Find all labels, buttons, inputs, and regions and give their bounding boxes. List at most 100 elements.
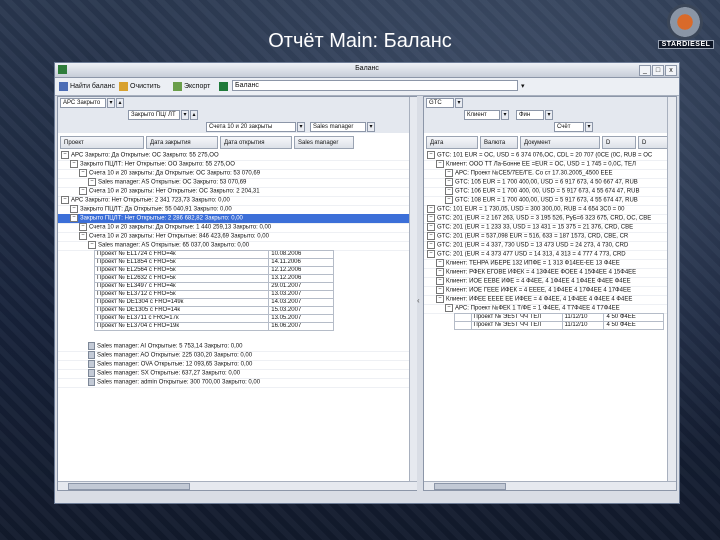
filter-accounts-arrow[interactable]: ▾ bbox=[297, 122, 305, 132]
expand-toggle-icon[interactable]: – bbox=[79, 232, 87, 240]
tree-row-label: Клиент: РФЕК ЕГОВЕ ИФЕК = 4 13Ф4ЕЕ ФОЕЕ … bbox=[446, 269, 637, 276]
filter-account[interactable]: Счёт bbox=[554, 122, 584, 132]
right-detail-table: Проект № ЭЕ5Т ЧЧ ТЕЛ 11/12/10 4 50 Ф4ЕЕ Про… bbox=[454, 313, 664, 330]
filter-pclt-closed[interactable]: Закрыто ПЦ/ ЛТ bbox=[128, 110, 180, 120]
filter-client[interactable]: Клиент bbox=[464, 110, 500, 120]
table-row[interactable]: Проект № EL1724 с FRO=4к 10.08.2006 bbox=[93, 250, 334, 259]
column-d1[interactable]: D bbox=[602, 136, 636, 149]
filter-account-arrow[interactable]: ▾ bbox=[585, 122, 593, 132]
table-row[interactable]: Проект № ЭЕ5Т ЧЧ ТЕЛ 11/12/10 4 50 Ф4ЕЕ bbox=[454, 313, 664, 322]
expand-toggle-icon[interactable]: – bbox=[79, 223, 87, 231]
export-button[interactable]: Экспорт bbox=[173, 80, 210, 92]
project-cell: Проект № EL3712 с FRO=5к bbox=[93, 290, 270, 299]
table-row[interactable]: Проект № EL3704 с FRO=19к 16.06.2007 bbox=[93, 322, 334, 331]
expand-toggle-icon[interactable]: – bbox=[445, 304, 453, 312]
find-balance-label: Найти баланс bbox=[70, 82, 116, 90]
column-date[interactable]: Дата bbox=[426, 136, 478, 149]
filter-gtc[interactable]: GTC bbox=[426, 98, 454, 108]
find-balance-button[interactable]: Найти баланс bbox=[59, 80, 115, 92]
leaf-node-icon bbox=[88, 378, 95, 386]
tree-row-label: Счета 10 и 20 закрыты: Нет Открытые: ОС … bbox=[89, 188, 260, 195]
expand-toggle-icon[interactable]: – bbox=[427, 205, 435, 213]
column-close-date[interactable]: Дата закрытия bbox=[146, 136, 218, 149]
expand-toggle-icon[interactable]: – bbox=[427, 232, 435, 240]
expand-toggle-icon[interactable]: – bbox=[427, 151, 435, 159]
filter-fin-arrow[interactable]: ▾ bbox=[545, 110, 553, 120]
filter-accounts-closed[interactable]: Счета 10 и 20 закрыты bbox=[206, 122, 296, 132]
project-cell: Проект № EL2632 с FRO=5к bbox=[93, 274, 270, 283]
left-scroll-thumb[interactable] bbox=[68, 483, 190, 490]
tree-row-label: Sales manager: AO Открытые: 225 030,20 З… bbox=[97, 352, 253, 359]
filter-arc-closed-sort[interactable]: ▴ bbox=[116, 98, 124, 108]
table-row[interactable]: Проект № DE1305 с FRO=14к 15.03.2007 bbox=[93, 306, 334, 315]
column-project[interactable]: Проект bbox=[60, 136, 144, 149]
filter-client-arrow[interactable]: ▾ bbox=[501, 110, 509, 120]
toolbar: Найти баланс Очистить Экспорт Баланс ▾ bbox=[55, 78, 679, 96]
balance-field[interactable]: Баланс bbox=[232, 80, 518, 91]
excel-button[interactable] bbox=[219, 80, 228, 92]
filter-pclt-sort[interactable]: ▴ bbox=[190, 110, 198, 120]
table-row[interactable]: Проект № EL3497 с FRO=4к 29.01.2007 bbox=[93, 282, 334, 291]
expand-toggle-icon[interactable]: – bbox=[88, 178, 96, 186]
table-row[interactable]: Проект № EL2632 с FRO=5к 13.12.2006 bbox=[93, 274, 334, 283]
filter-arc-closed[interactable]: АРС Закрыто bbox=[60, 98, 106, 108]
dropdown-button[interactable]: ▾ bbox=[521, 80, 525, 92]
expand-toggle-icon[interactable]: – bbox=[61, 151, 69, 159]
expand-toggle-icon[interactable]: – bbox=[436, 268, 444, 276]
tree-row-label: Sales manager: AS Открытые: 65 037,00 За… bbox=[98, 242, 250, 249]
expand-toggle-icon[interactable]: – bbox=[88, 241, 96, 249]
expand-toggle-icon[interactable]: – bbox=[427, 250, 435, 258]
close-button[interactable]: x bbox=[665, 65, 677, 76]
window-titlebar[interactable]: Баланс _ □ x bbox=[55, 63, 679, 78]
expand-toggle-icon[interactable]: – bbox=[61, 196, 69, 204]
right-scroll-thumb[interactable] bbox=[434, 483, 506, 490]
clear-button[interactable]: Очистить bbox=[119, 80, 160, 92]
expand-toggle-icon[interactable]: – bbox=[70, 214, 78, 222]
table-row[interactable]: Проект № EL1854 с FRO=5к 14.11.2006 bbox=[93, 258, 334, 267]
column-document[interactable]: Документ bbox=[520, 136, 600, 149]
tree-row[interactable]: Sales manager: admin Открытые: 300 700,0… bbox=[58, 378, 410, 388]
right-horizontal-scrollbar[interactable] bbox=[424, 481, 676, 490]
column-open-date[interactable]: Дата открытия bbox=[220, 136, 292, 149]
left-horizontal-scrollbar[interactable] bbox=[58, 481, 418, 490]
expand-toggle-icon[interactable]: – bbox=[436, 286, 444, 294]
minimize-button[interactable]: _ bbox=[639, 65, 651, 76]
expand-toggle-icon[interactable]: – bbox=[436, 277, 444, 285]
expand-toggle-icon[interactable]: – bbox=[445, 196, 453, 204]
filter-fin[interactable]: Фин bbox=[516, 110, 544, 120]
project-cell: Проект № EL1724 с FRO=4к bbox=[93, 250, 270, 259]
expand-toggle-icon[interactable]: – bbox=[436, 259, 444, 267]
expand-toggle-icon[interactable]: – bbox=[427, 241, 435, 249]
expand-toggle-icon[interactable]: – bbox=[427, 214, 435, 222]
expand-toggle-icon[interactable]: – bbox=[445, 178, 453, 186]
gear-logo-icon bbox=[667, 4, 703, 40]
expand-toggle-icon[interactable]: – bbox=[70, 160, 78, 168]
right-vertical-scrollbar[interactable] bbox=[667, 97, 676, 490]
column-sales-manager[interactable]: Sales manager bbox=[294, 136, 354, 149]
table-row[interactable]: Проект № EL3711 с FRO=17к 13.05.2007 bbox=[93, 314, 334, 323]
expand-toggle-icon[interactable]: – bbox=[445, 169, 453, 177]
expand-toggle-icon[interactable]: – bbox=[436, 160, 444, 168]
company-logo: STARDIESEL bbox=[658, 4, 714, 56]
date-cell: 12.12.2006 bbox=[268, 266, 334, 275]
table-row[interactable]: Проект № EL2564 с FRO=5к 12.12.2006 bbox=[93, 266, 334, 275]
left-pane: АРС Закрыто ▾ ▴ Закрыто ПЦ/ ЛТ ▾ ▴ Счета… bbox=[57, 96, 419, 491]
tree-row-label: GTC: 201 (EUR = 1 233 33, USD = 13 431 =… bbox=[437, 224, 634, 231]
expand-toggle-icon[interactable]: – bbox=[436, 295, 444, 303]
column-currency[interactable]: Валюта bbox=[480, 136, 518, 149]
expand-toggle-icon[interactable]: – bbox=[79, 187, 87, 195]
expand-toggle-icon[interactable]: – bbox=[79, 169, 87, 177]
table-row[interactable]: Проект № EL3712 с FRO=5к 13.03.2007 bbox=[93, 290, 334, 299]
tree-row-label: АРС: Проект №СЕ5/7ЕЕ/ГЕ. Со ст 17.30.200… bbox=[455, 170, 613, 177]
expand-toggle-icon[interactable]: – bbox=[70, 205, 78, 213]
table-row[interactable]: Проект № ЭЕ5Т ЧЧ ТЕЛ 11/12/10 4 50 Ф4ЕЕ bbox=[454, 321, 664, 330]
filter-pclt-arrow[interactable]: ▾ bbox=[181, 110, 189, 120]
expand-toggle-icon[interactable]: – bbox=[427, 223, 435, 231]
expand-toggle-icon[interactable]: – bbox=[445, 187, 453, 195]
maximize-button[interactable]: □ bbox=[652, 65, 664, 76]
filter-arc-closed-arrow[interactable]: ▾ bbox=[107, 98, 115, 108]
filter-gtc-arrow[interactable]: ▾ bbox=[455, 98, 463, 108]
filter-sales-manager-arrow[interactable]: ▾ bbox=[367, 122, 375, 132]
table-row[interactable]: Проект № DE1304 с FRO=149к 14.03.2007 bbox=[93, 298, 334, 307]
filter-sales-manager[interactable]: Sales manager bbox=[310, 122, 366, 132]
